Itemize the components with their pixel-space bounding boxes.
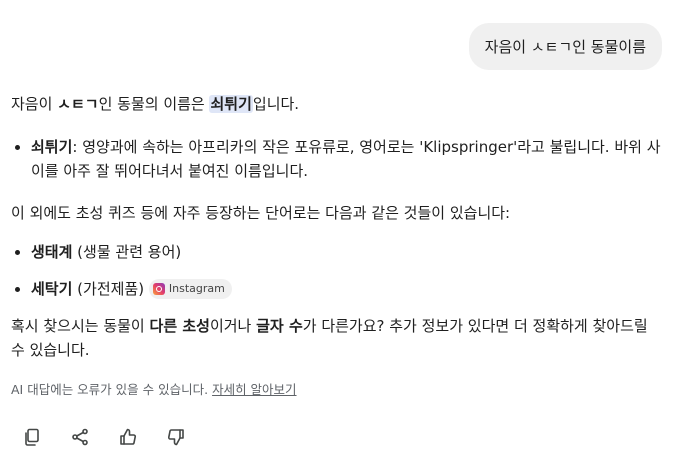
intro-middle: 인 동물의 이름은 [98, 95, 210, 113]
list-item-text: : 영양과에 속하는 아프리카의 작은 포유류로, 영어로는 'Klipspri… [31, 138, 661, 180]
list-item-text: (생물 관련 용어) [72, 243, 182, 261]
ai-disclaimer: AI 대답에는 오류가 있을 수 있습니다. 자세히 알아보기 [11, 379, 297, 398]
intro-prefix: 자음이 [11, 95, 58, 113]
answer-intro: 자음이 ㅅㅌㄱ인 동물의 이름은 쇠튀기입니다. [11, 92, 666, 116]
other-words-intro: 이 외에도 초성 퀴즈 등에 자주 등장하는 단어로는 다음과 같은 것들이 있… [11, 204, 511, 222]
list-item: 생태계 (생물 관련 용어) [11, 240, 666, 264]
copy-button[interactable] [22, 425, 70, 449]
source-chip-label: Instagram [168, 281, 225, 295]
intro-highlighted-answer: 쇠튀기 [209, 95, 253, 113]
share-button[interactable] [70, 425, 118, 449]
thumbs-up-icon [120, 428, 137, 445]
list-item-term: 세탁기 [31, 280, 73, 298]
closing-text: 혹시 찾으시는 동물이 [11, 317, 150, 335]
share-icon [72, 428, 88, 446]
instagram-icon [152, 282, 165, 295]
ai-answer: 자음이 ㅅㅌㄱ인 동물의 이름은 쇠튀기입니다. 쇠튀기: 영양과에 속하는 아… [11, 92, 666, 362]
answer-closing: 혹시 찾으시는 동물이 다른 초성이거나 글자 수가 다른가요? 추가 정보가 … [11, 314, 666, 362]
learn-more-link[interactable]: 자세히 알아보기 [212, 382, 296, 397]
user-message-bubble: 자음이 ㅅㅌㄱ인 동물이름 [468, 23, 662, 70]
closing-bold: 다른 초성 [149, 317, 210, 335]
user-message-row: 자음이 ㅅㅌㄱ인 동물이름 [468, 23, 662, 70]
dislike-button[interactable] [166, 425, 214, 449]
main-answer-list: 쇠튀기: 영양과에 속하는 아프리카의 작은 포유류로, 영어로는 'Klips… [11, 135, 666, 183]
list-item-text: (가전제품) [72, 280, 145, 298]
thumbs-down-icon [167, 429, 184, 446]
list-item-term: 생태계 [31, 243, 73, 261]
like-button[interactable] [118, 425, 166, 449]
intro-consonants: ㅅㅌㄱ [57, 95, 99, 113]
response-actions [22, 425, 214, 449]
intro-suffix: 입니다. [252, 95, 300, 113]
list-item: 쇠튀기: 영양과에 속하는 아프리카의 작은 포유류로, 영어로는 'Klips… [11, 135, 666, 183]
other-words-list: 생태계 (생물 관련 용어) 세탁기 (가전제품) Instagram [11, 240, 666, 301]
source-chip-instagram[interactable]: Instagram [148, 278, 232, 299]
list-item-term: 쇠튀기 [31, 138, 73, 156]
list-item: 세탁기 (가전제품) Instagram [11, 277, 666, 301]
closing-text: 이거나 [209, 317, 257, 335]
closing-bold: 글자 수 [256, 317, 303, 335]
copy-icon [25, 428, 39, 446]
disclaimer-text: AI 대답에는 오류가 있을 수 있습니다. [11, 382, 213, 397]
